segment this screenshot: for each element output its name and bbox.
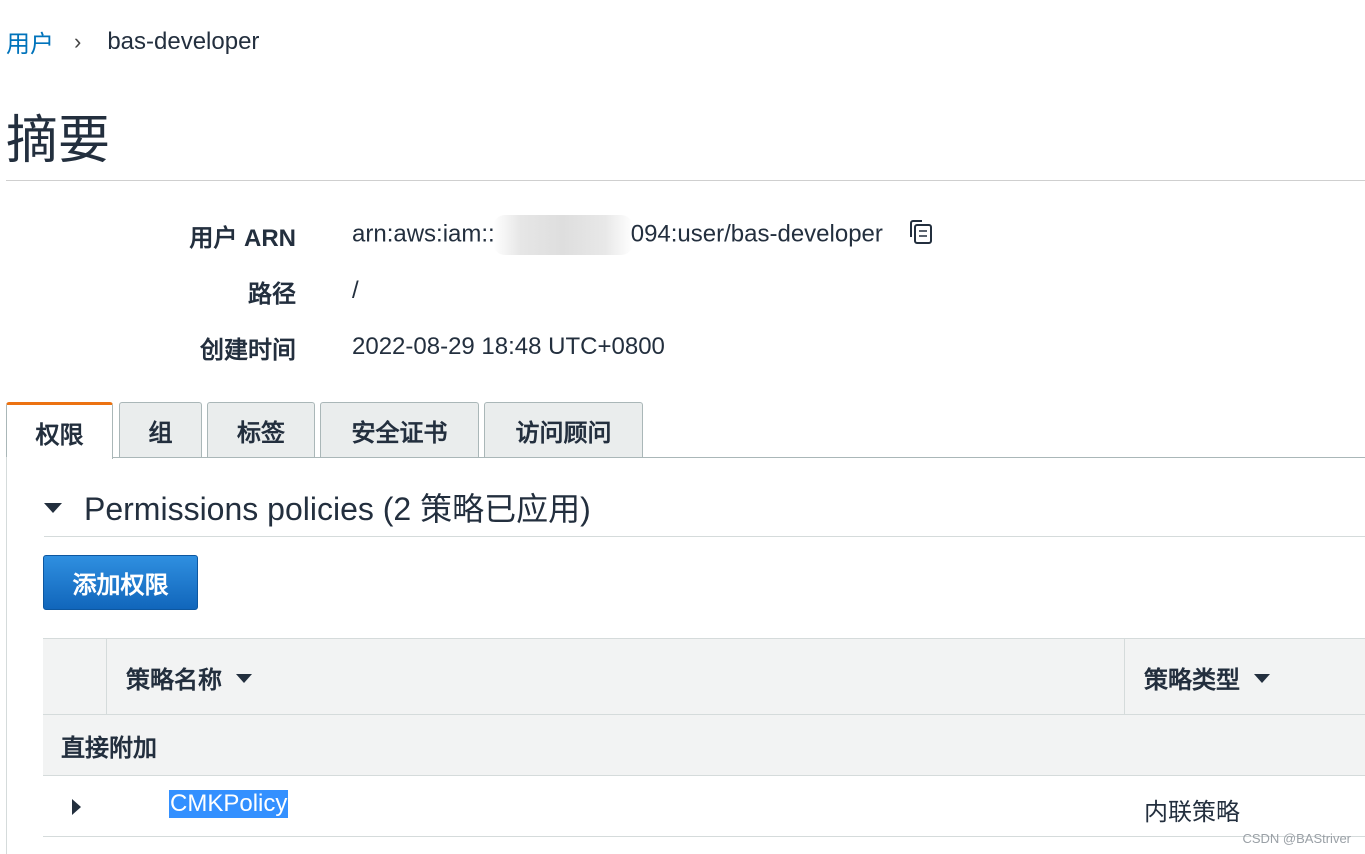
policy-type: 内联策略 (1144, 799, 1240, 826)
add-permissions-button[interactable]: 添加权限 (43, 555, 198, 610)
arn-prefix: arn:aws:iam:: (352, 220, 495, 248)
column-divider (1124, 639, 1125, 715)
tab-access-advisor[interactable]: 访问顾问 (484, 402, 643, 457)
sort-icon (236, 674, 252, 683)
title-divider (6, 180, 1365, 181)
watermark: CSDN @BAStriver (1242, 831, 1351, 846)
path-label: 路径 (248, 280, 296, 308)
arn-suffix: 094:user/bas-developer (630, 220, 883, 248)
policy-name-link[interactable]: CMKPolicy (169, 790, 289, 818)
page-title: 摘要 (6, 112, 111, 170)
table-row: CMKPolicy 内联策略 (43, 776, 1365, 837)
arn-label: 用户 ARN (189, 224, 296, 252)
tab-permissions[interactable]: 权限 (6, 402, 113, 459)
tab-groups[interactable]: 组 (119, 402, 202, 457)
breadcrumb-separator-icon: › (74, 28, 82, 54)
path-value: / (352, 277, 359, 304)
section-title: Permissions policies (2 策略已应用) (84, 491, 591, 527)
expand-icon[interactable] (72, 799, 81, 815)
column-header-policy-name[interactable]: 策略名称 (126, 639, 252, 715)
copy-icon[interactable] (906, 217, 936, 254)
tab-security-credentials[interactable]: 安全证书 (320, 402, 479, 457)
column-header-policy-name-label: 策略名称 (126, 666, 222, 694)
breadcrumb-current: bas-developer (107, 27, 260, 55)
column-divider (106, 639, 107, 715)
created-label: 创建时间 (200, 336, 296, 364)
created-value: 2022-08-29 18:48 UTC+0800 (352, 333, 665, 360)
sort-icon (1254, 674, 1270, 683)
tab-tags[interactable]: 标签 (207, 402, 315, 457)
section-divider (44, 536, 1365, 537)
caret-down-icon (44, 503, 62, 513)
group-row-directly-attached: 直接附加 (43, 715, 1365, 776)
column-header-policy-type-label: 策略类型 (1144, 666, 1240, 694)
table-header: 策略名称 策略类型 (43, 638, 1365, 715)
arn-value: arn:aws:iam:: 094:user/bas-developer (352, 215, 936, 255)
column-header-policy-type[interactable]: 策略类型 (1144, 639, 1270, 715)
redaction-blur (492, 215, 633, 255)
breadcrumb-users-link[interactable]: 用户 (6, 24, 54, 59)
breadcrumb: 用户 › bas-developer (6, 24, 259, 59)
tab-bar: 权限 组 标签 安全证书 访问顾问 (6, 402, 1365, 459)
permissions-policies-header[interactable]: Permissions policies (2 策略已应用) (44, 484, 591, 530)
